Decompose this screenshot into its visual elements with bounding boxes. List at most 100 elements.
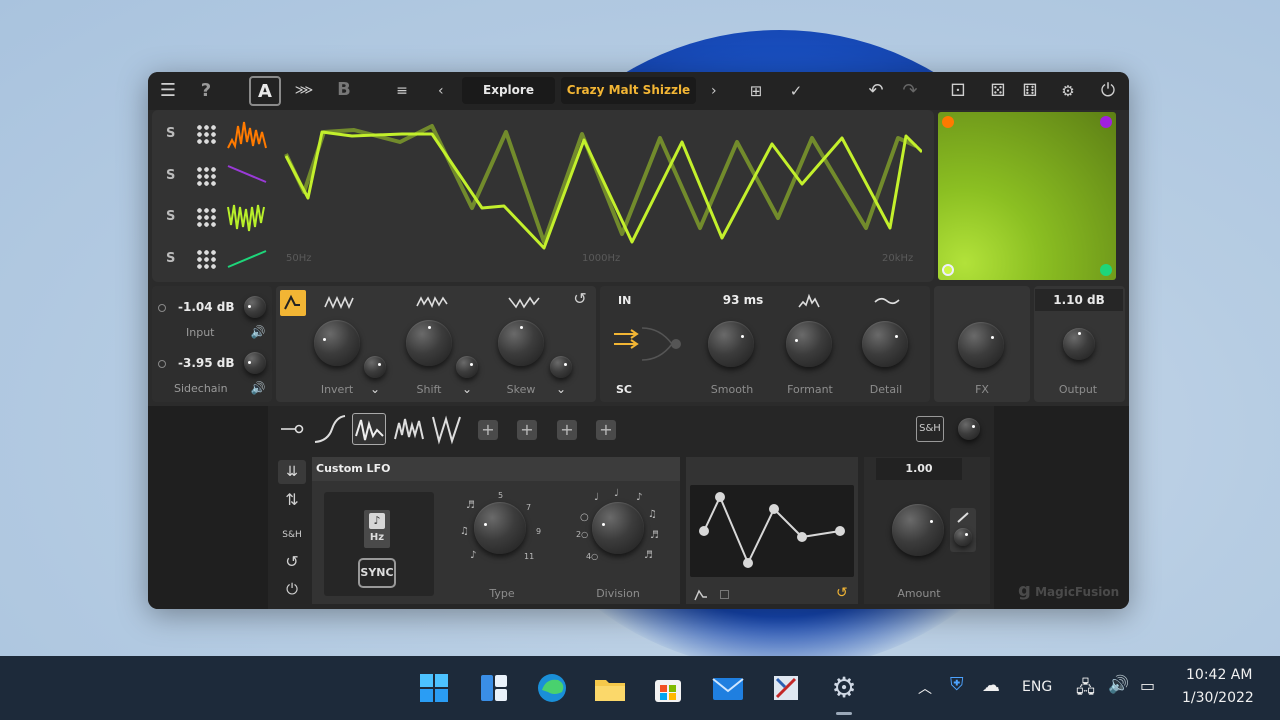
preset-name-display[interactable]: Crazy Malt Shizzle (561, 77, 696, 104)
sync-button[interactable]: SYNC (358, 558, 396, 588)
formant-knob[interactable] (786, 321, 832, 367)
snipping-tool-icon[interactable] (768, 670, 804, 706)
add-lfo-button[interactable]: + (557, 420, 577, 440)
envelope-icon[interactable] (694, 589, 708, 601)
battery-icon[interactable]: ▭ (1140, 676, 1155, 695)
mail-icon[interactable] (710, 670, 746, 706)
add-lfo-button[interactable]: + (517, 420, 537, 440)
clock-date[interactable]: 1/30/2022 (1182, 690, 1254, 706)
chevron-down-icon[interactable]: ⌄ (370, 382, 380, 396)
amount-fine-knob[interactable] (954, 528, 972, 546)
widgets-icon[interactable] (476, 670, 512, 706)
randomize-settings-icon[interactable]: ⚙ (1054, 78, 1082, 104)
invert-mod-knob[interactable] (364, 356, 386, 378)
add-lfo-button[interactable]: + (478, 420, 498, 440)
reset-icon[interactable]: ↺ (836, 585, 848, 601)
add-lfo-button[interactable]: + (596, 420, 616, 440)
spectrum-display[interactable]: S S S S 50Hz 1000Hz 20kHz (152, 110, 934, 282)
reset-icon[interactable]: ↺ (566, 286, 594, 312)
sidechain-radio[interactable] (158, 360, 166, 368)
speaker-icon[interactable]: 🔊 (244, 378, 272, 398)
question-icon[interactable]: ? (192, 78, 220, 104)
edge-browser-icon[interactable] (534, 670, 570, 706)
notes-icon: ♪ (470, 550, 477, 561)
lfo-steep-shape-button[interactable] (430, 413, 464, 445)
windows-start-icon[interactable] (416, 670, 452, 706)
input-radio[interactable] (158, 304, 166, 312)
mod-routing-icon[interactable]: ⇊ (278, 460, 306, 484)
side-sample-hold-label[interactable]: S&H (278, 530, 306, 540)
shift-knob[interactable] (406, 320, 452, 366)
preset-b-button[interactable]: B (328, 76, 360, 106)
dice-single-icon[interactable]: ⚀ (944, 78, 972, 104)
type-tick: 9 (536, 527, 542, 536)
solo-button[interactable]: S (166, 126, 175, 141)
copy-a-to-b-icon[interactable]: ⋙ (290, 78, 318, 104)
security-shield-icon[interactable]: ⛨ (950, 674, 964, 695)
grid-icon[interactable] (196, 207, 218, 229)
power-icon[interactable]: ⏻ (1094, 78, 1122, 104)
solo-button[interactable]: S (166, 209, 175, 224)
mod-source-link-icon[interactable] (280, 422, 304, 436)
network-icon[interactable]: 🖧 (1076, 675, 1095, 704)
division-knob[interactable] (592, 502, 644, 554)
prev-preset-arrow[interactable]: ‹ (438, 78, 444, 104)
next-preset-arrow[interactable]: › (711, 78, 717, 104)
detail-knob[interactable] (862, 321, 908, 367)
dice-multi-icon[interactable]: ⚅ (1016, 78, 1044, 104)
add-preset-icon[interactable]: ⊞ (742, 78, 770, 104)
chevron-up-icon[interactable]: ︿ (918, 678, 932, 698)
clock-time[interactable]: 10:42 AM (1186, 667, 1252, 683)
input-knob[interactable] (244, 296, 266, 318)
file-explorer-icon[interactable] (592, 670, 628, 706)
smooth-knob[interactable] (708, 321, 754, 367)
amount-polarity-toggle[interactable] (950, 508, 976, 552)
lfo-graph-editor[interactable] (690, 485, 854, 577)
lfo-noise-shape-button[interactable] (392, 413, 426, 445)
grid-icon[interactable] (720, 590, 729, 599)
hamburger-icon[interactable]: ☰ (154, 78, 182, 104)
reset-icon[interactable]: ↺ (278, 552, 306, 571)
cloud-icon[interactable]: ☁ (982, 675, 1000, 696)
solo-button[interactable]: S (166, 168, 175, 183)
skew-mod-knob[interactable] (550, 356, 572, 378)
save-preset-icon[interactable]: ✓ (782, 78, 810, 104)
chevron-down-icon[interactable]: ⌄ (462, 382, 472, 396)
invert-knob[interactable] (314, 320, 360, 366)
grid-icon[interactable] (196, 124, 218, 146)
solo-button[interactable]: S (166, 251, 175, 266)
routing-arrows-icon[interactable] (612, 320, 682, 372)
type-knob[interactable] (474, 502, 526, 554)
sample-hold-button[interactable]: S&H (916, 416, 944, 442)
envelope-mode-button[interactable] (280, 290, 306, 316)
grid-icon[interactable] (196, 166, 218, 188)
amount-knob[interactable] (892, 504, 944, 556)
hz-toggle[interactable]: ♪ Hz (364, 510, 390, 548)
explore-button[interactable]: Explore (462, 77, 555, 104)
shift-mod-knob[interactable] (456, 356, 478, 378)
xy-morph-pad[interactable] (938, 112, 1116, 280)
microsoft-store-icon[interactable] (650, 670, 686, 706)
settings-gear-icon[interactable]: ⚙ (826, 670, 862, 706)
undo-icon[interactable]: ↶ (862, 78, 890, 104)
language-indicator[interactable]: ENG (1022, 679, 1052, 695)
up-down-arrow-icon[interactable]: ⇅ (278, 490, 306, 509)
fx-knob[interactable] (958, 322, 1004, 368)
lfo-curve-shape-button[interactable] (312, 413, 346, 445)
preset-list-icon[interactable]: ≡ (388, 78, 416, 104)
power-icon[interactable]: ⏻ (278, 580, 306, 598)
lfo-custom-shape-button[interactable] (352, 413, 386, 445)
xy-pad-position-handle[interactable] (942, 264, 954, 276)
sidechain-knob[interactable] (244, 352, 266, 374)
dice-icon[interactable]: ⚄ (984, 78, 1012, 104)
volume-icon[interactable]: 🔊 (1108, 675, 1129, 695)
preset-a-button[interactable]: A (249, 76, 281, 106)
smooth-label: Smooth (710, 383, 754, 396)
speaker-icon[interactable]: 🔊 (244, 322, 272, 342)
redo-icon[interactable]: ↷ (896, 78, 924, 104)
chevron-down-icon[interactable]: ⌄ (556, 382, 566, 396)
grid-icon[interactable] (196, 249, 218, 271)
skew-knob[interactable] (498, 320, 544, 366)
mod-rate-knob[interactable] (958, 418, 980, 440)
output-knob[interactable] (1063, 328, 1095, 360)
